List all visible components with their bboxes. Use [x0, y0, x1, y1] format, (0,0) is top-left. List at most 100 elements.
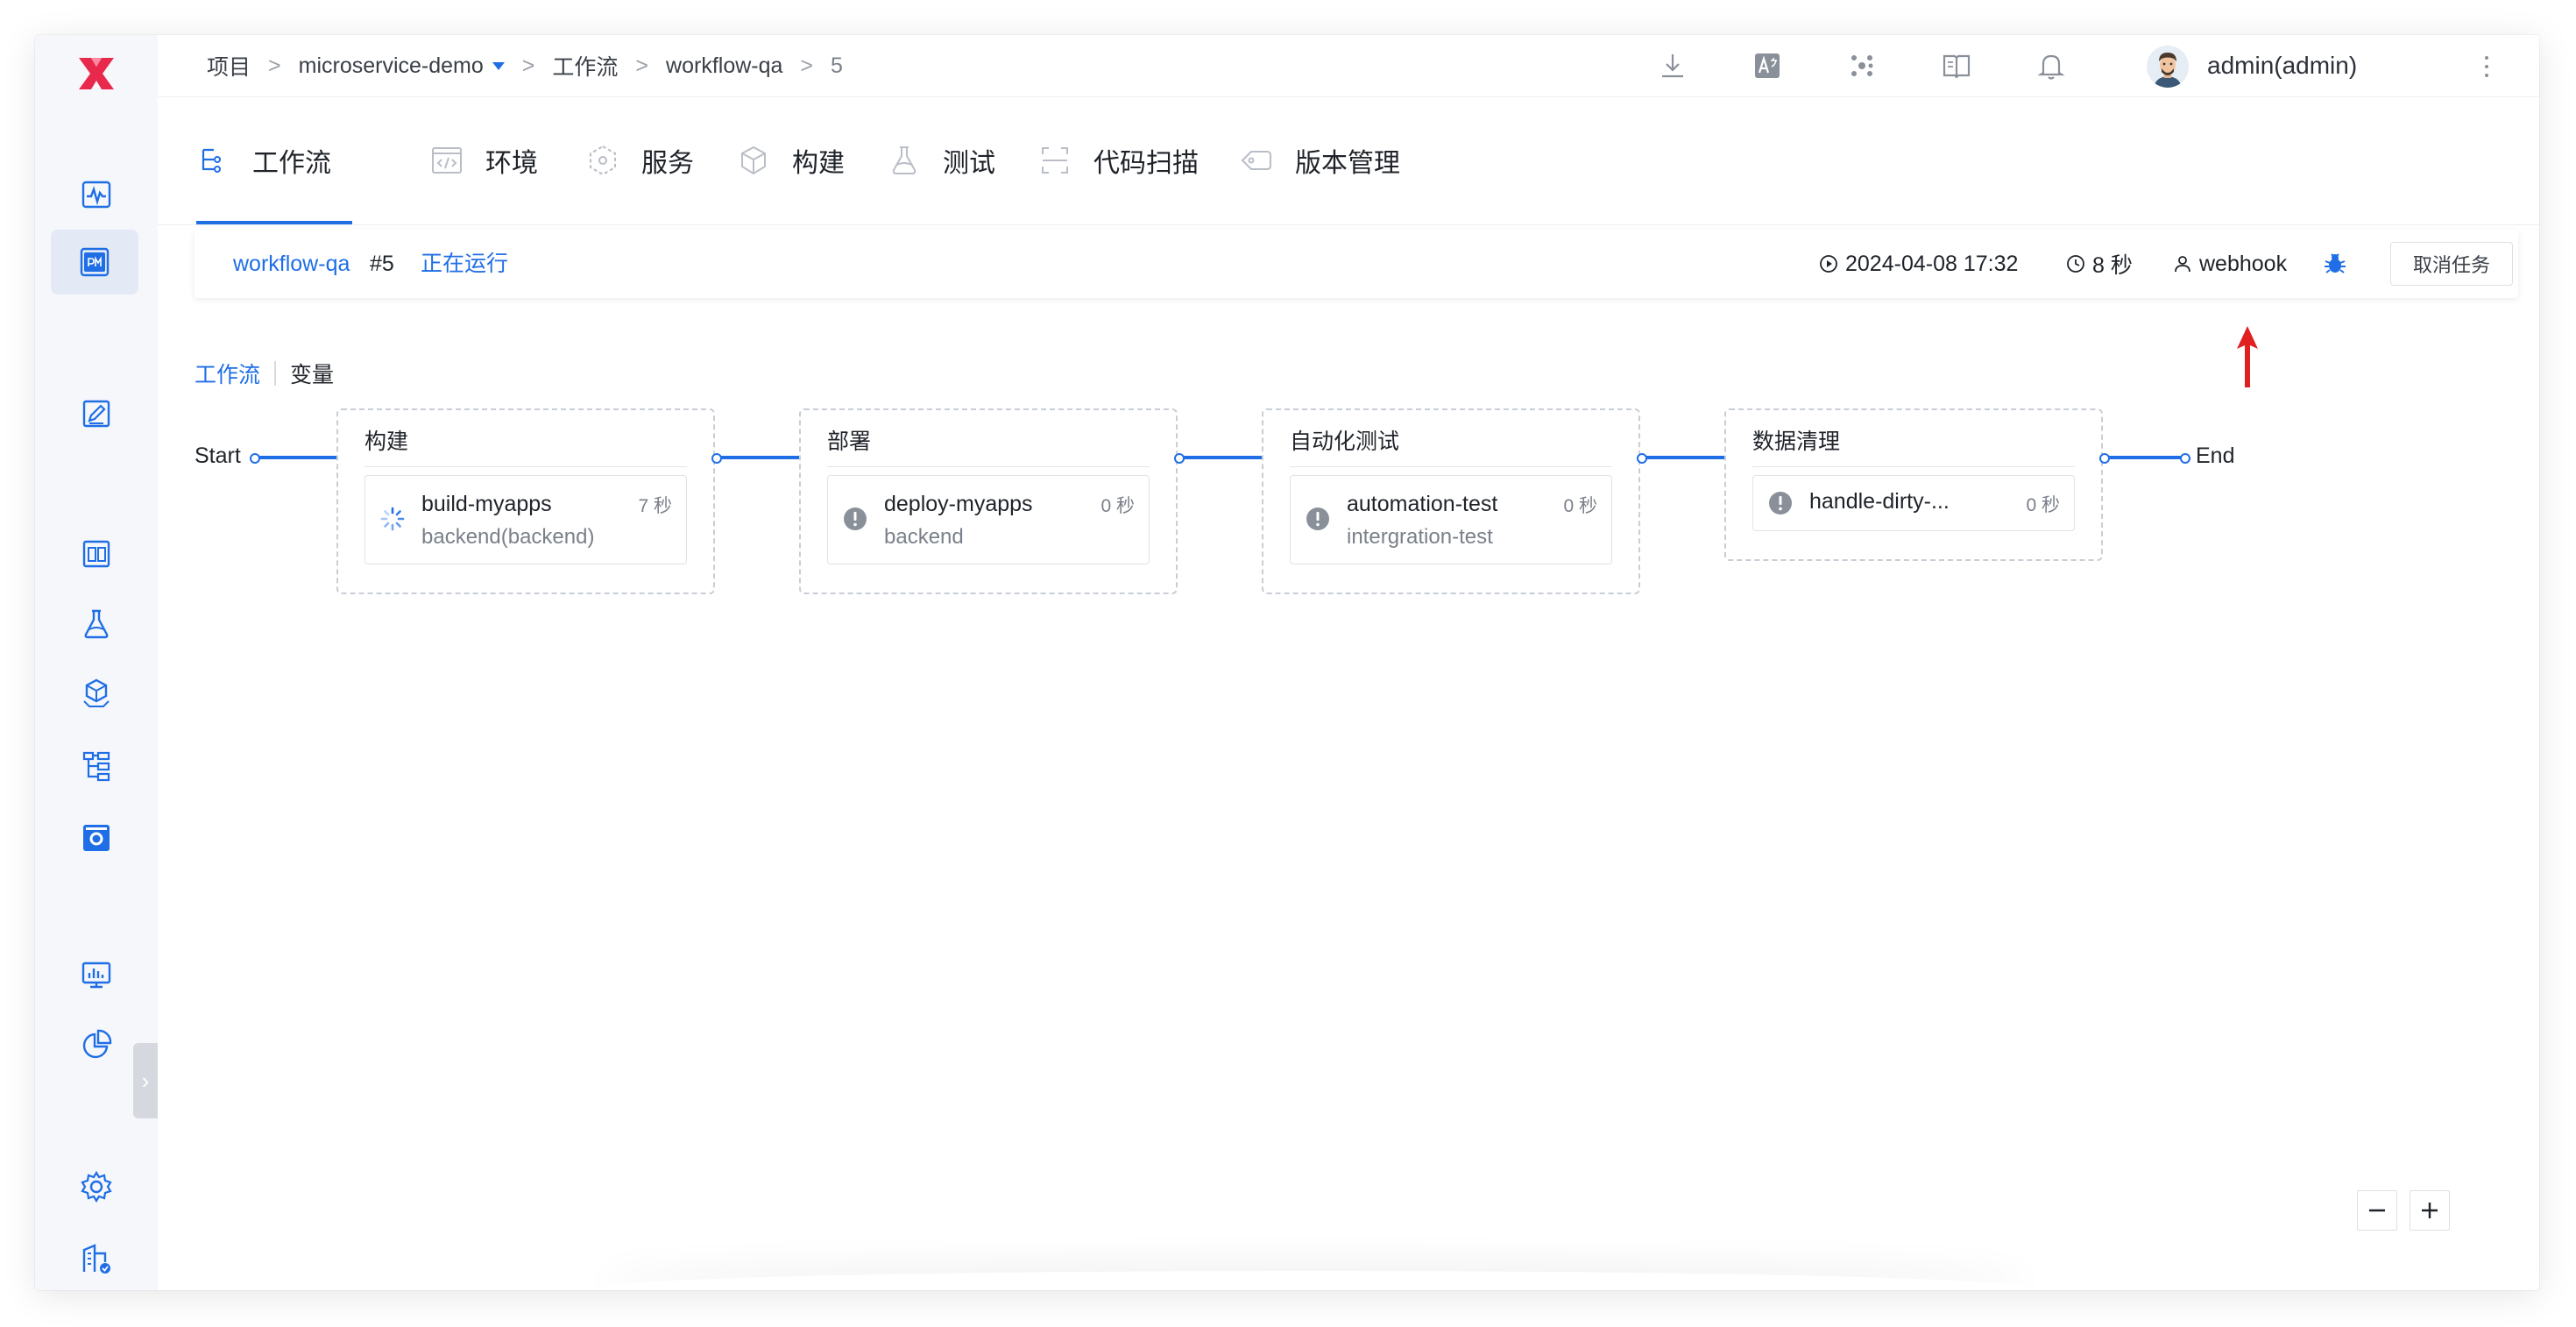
- job-card[interactable]: deploy-myapps backend 0 秒: [827, 475, 1150, 564]
- breadcrumb-workflow-name[interactable]: workflow-qa: [666, 53, 782, 79]
- test-flask-icon[interactable]: [68, 596, 124, 652]
- breadcrumb-workflow[interactable]: 工作流: [552, 50, 618, 82]
- translate-icon[interactable]: [1752, 50, 1783, 82]
- tab-label: 构建: [792, 149, 845, 178]
- cube-icon: [741, 145, 766, 175]
- project-pm-icon[interactable]: [51, 230, 138, 294]
- breadcrumb-project[interactable]: 项目: [207, 50, 251, 82]
- tab-label: 服务: [641, 149, 694, 178]
- flask-icon: [892, 146, 916, 174]
- tab-label: 版本管理: [1295, 149, 1400, 178]
- breadcrumb: 项目 > microservice-demo > 工作流 > workflow-…: [207, 35, 843, 96]
- job-name: build-myapps: [421, 492, 552, 516]
- edit-doc-icon[interactable]: [68, 386, 124, 442]
- breadcrumb-separator: >: [521, 53, 535, 78]
- service-icon: [590, 145, 616, 176]
- tab-label: 测试: [943, 149, 995, 178]
- stage-data-cleanup: 数据清理 handle-dirty-... 0 秒: [1724, 408, 2103, 561]
- download-icon[interactable]: [1657, 50, 1688, 82]
- zoom-out-button[interactable]: [2357, 1190, 2397, 1231]
- minus-icon: [2369, 1209, 2385, 1212]
- breadcrumb-separator: >: [800, 53, 814, 78]
- tab-workflow[interactable]: 工作流: [196, 96, 352, 224]
- job-duration: 7 秒: [638, 496, 672, 516]
- job-card[interactable]: automation-test intergration-test 0 秒: [1290, 475, 1612, 564]
- tab-test[interactable]: 测试: [887, 96, 995, 224]
- pie-chart-icon[interactable]: [68, 1017, 124, 1073]
- duration: 8 秒: [2066, 230, 2133, 298]
- tab-service[interactable]: 服务: [585, 96, 694, 224]
- app-logo-icon[interactable]: [74, 51, 119, 96]
- workflow-name-link[interactable]: workflow-qa: [233, 230, 350, 298]
- caret-down-icon[interactable]: [492, 61, 505, 70]
- plus-icon: [2422, 1203, 2438, 1218]
- run-number: #5: [370, 252, 394, 276]
- stage-title: 部署: [827, 424, 1150, 467]
- tab-version[interactable]: 版本管理: [1239, 96, 1400, 224]
- user-icon: [2175, 256, 2190, 273]
- left-sidebar: ›: [35, 35, 158, 1290]
- job-service: backend: [884, 525, 964, 549]
- tab-label: 环境: [485, 149, 538, 178]
- job-duration: 0 秒: [2026, 495, 2060, 515]
- start-time: 2024-04-08 17:32: [1819, 230, 2018, 298]
- warning-circle-icon: [1306, 507, 1329, 530]
- warning-circle-icon: [1769, 492, 1792, 514]
- notification-bell-icon[interactable]: [2035, 50, 2067, 82]
- breadcrumb-separator: >: [635, 53, 649, 78]
- code-icon: [432, 147, 462, 174]
- tab-build[interactable]: 构建: [736, 96, 845, 224]
- job-duration: 0 秒: [1100, 496, 1135, 516]
- job-name: handle-dirty-...: [1809, 489, 1950, 514]
- stage-deploy: 部署 deploy-myapps backend 0 秒: [799, 408, 1178, 594]
- settings-box-icon[interactable]: [68, 810, 124, 866]
- activity-icon[interactable]: [68, 167, 124, 223]
- trigger-value: webhook: [2199, 251, 2288, 276]
- tag-icon: [1241, 151, 1271, 170]
- annotation-arrow-icon: [2237, 326, 2258, 387]
- more-menu-icon[interactable]: [2478, 51, 2495, 82]
- monitor-icon[interactable]: [68, 947, 124, 1003]
- project-tabs: 工作流 环境 服务 构建 测试 代码扫描 版本管理: [158, 96, 2539, 225]
- job-card[interactable]: build-myapps backend(backend) 7 秒: [364, 475, 687, 564]
- subtab-variables[interactable]: 变量: [290, 358, 334, 389]
- stage-title: 构建: [364, 424, 687, 467]
- top-header: 项目 > microservice-demo > 工作流 > workflow-…: [158, 35, 2539, 97]
- breadcrumb-project-name[interactable]: microservice-demo: [299, 53, 484, 79]
- duration-value: 8 秒: [2092, 253, 2133, 278]
- job-duration: 0 秒: [1563, 496, 1597, 516]
- view-subtabs: 工作流 变量: [195, 356, 334, 391]
- zoom-in-button[interactable]: [2410, 1190, 2450, 1231]
- user-name[interactable]: admin(admin): [2207, 35, 2357, 96]
- enterprise-icon[interactable]: [68, 1231, 124, 1287]
- job-service: intergration-test: [1347, 525, 1493, 549]
- artifact-icon[interactable]: [68, 666, 124, 722]
- spinner-loading-icon: [380, 507, 405, 531]
- stage-title: 数据清理: [1752, 424, 2075, 467]
- job-card[interactable]: handle-dirty-... 0 秒: [1752, 475, 2075, 531]
- subtab-workflow[interactable]: 工作流: [195, 358, 260, 389]
- job-service: backend(backend): [421, 525, 595, 549]
- workflow-icon: [202, 148, 221, 173]
- subtab-divider: [274, 361, 277, 386]
- breadcrumb-separator: >: [268, 53, 281, 78]
- cancel-task-button[interactable]: 取消任务: [2390, 242, 2513, 286]
- clock-icon: [2067, 255, 2084, 273]
- scan-icon: [1042, 147, 1068, 174]
- job-name: automation-test: [1347, 492, 1498, 516]
- pipeline-tree-icon[interactable]: [68, 738, 124, 794]
- tab-code-scan[interactable]: 代码扫描: [1037, 96, 1199, 224]
- docs-book-icon[interactable]: [1941, 50, 1972, 82]
- run-info-bar: workflow-qa #5 正在运行 2024-04-08 17:32 8 秒…: [195, 230, 2518, 298]
- debug-bug-icon[interactable]: [2322, 251, 2348, 277]
- system-settings-icon[interactable]: [68, 1159, 124, 1215]
- sidebar-expand-handle[interactable]: ›: [133, 1043, 158, 1118]
- plugin-dots-icon[interactable]: [1846, 50, 1878, 82]
- job-name: deploy-myapps: [884, 492, 1033, 516]
- avatar[interactable]: [2147, 46, 2189, 88]
- status-badge: 正在运行: [421, 252, 509, 276]
- stage-build: 构建 build-myapps backend(backend) 7 秒: [336, 408, 715, 594]
- build-image-icon[interactable]: [68, 526, 124, 582]
- tab-environment[interactable]: 环境: [429, 96, 538, 224]
- warning-circle-icon: [844, 507, 867, 530]
